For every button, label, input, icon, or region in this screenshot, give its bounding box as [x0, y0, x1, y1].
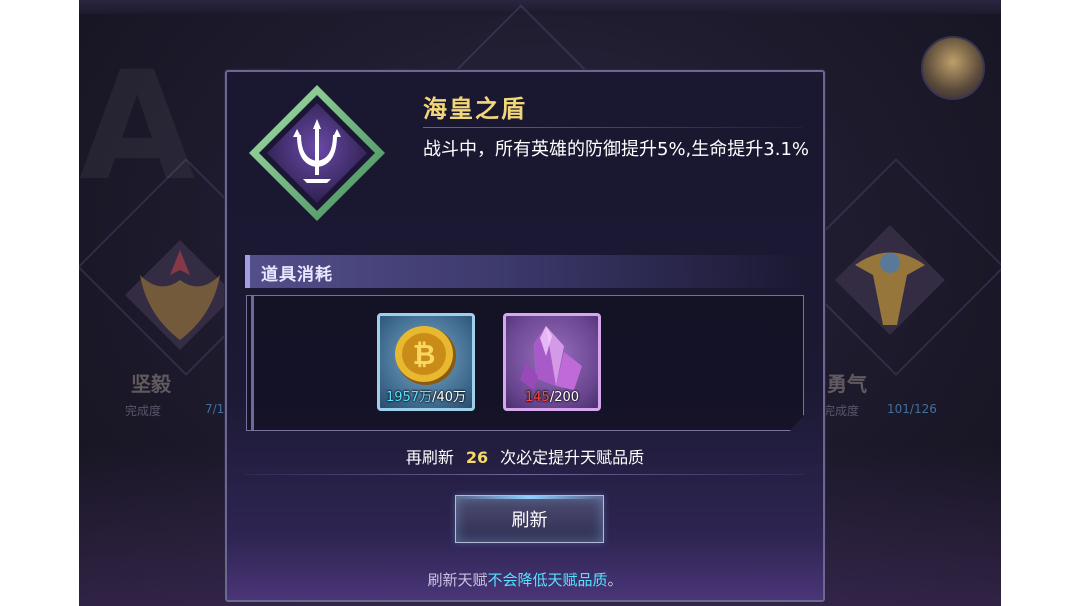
top-right-badge-icon[interactable]: [921, 36, 985, 100]
background-left-label: 坚毅: [131, 372, 171, 396]
crystal-count: 145/200: [506, 390, 598, 405]
refresh-prefix: 再刷新: [405, 448, 454, 467]
gold-required: /40万: [432, 390, 467, 405]
background-left-progress-value: 7/1: [205, 402, 225, 416]
talent-title: 海皇之盾: [423, 95, 527, 123]
footer-note-highlight: 不会降低天赋品质: [487, 571, 608, 589]
top-bar-background: [79, 0, 1001, 14]
talent-description: 战斗中，所有英雄的防御提升5%,生命提升3.1%: [423, 139, 810, 160]
title-divider: [423, 127, 803, 128]
gold-count: 1957万/40万: [380, 386, 472, 405]
background-right-progress-label: 完成度: [823, 404, 860, 418]
background-emblem-right: [835, 225, 945, 335]
svg-text:₿: ₿: [413, 338, 436, 371]
refresh-suffix: 次必定提升天赋品质: [500, 448, 645, 467]
gold-owned: 1957万: [385, 390, 433, 405]
cost-item-crystal[interactable]: 145/200: [503, 313, 601, 411]
refresh-guarantee-text: 再刷新 26 次必定提升天赋品质: [227, 444, 823, 468]
crystal-owned: 145: [524, 390, 550, 405]
talent-refresh-dialog: 海皇之盾 战斗中，所有英雄的防御提升5%,生命提升3.1% 道具消耗 ₿ 195…: [225, 70, 825, 602]
cost-section-header: 道具消耗: [245, 255, 805, 288]
cost-item-gold[interactable]: ₿ 1957万/40万: [377, 313, 475, 411]
cost-section-label: 道具消耗: [261, 265, 333, 285]
trident-icon: [249, 85, 385, 221]
section-divider: [245, 474, 805, 475]
footer-note-end: 。: [607, 571, 623, 589]
crystal-required: /200: [549, 390, 580, 405]
background-right-label: 勇气: [827, 372, 867, 396]
background-left-progress-label: 完成度: [125, 404, 162, 418]
refresh-button[interactable]: 刷新: [455, 495, 604, 543]
footer-note: 刷新天赋不会降低天赋品质。: [227, 569, 823, 590]
footer-note-plain: 刷新天赋: [427, 571, 488, 589]
refresh-count: 26: [465, 448, 489, 467]
background-right-progress-value: 101/126: [887, 402, 937, 416]
